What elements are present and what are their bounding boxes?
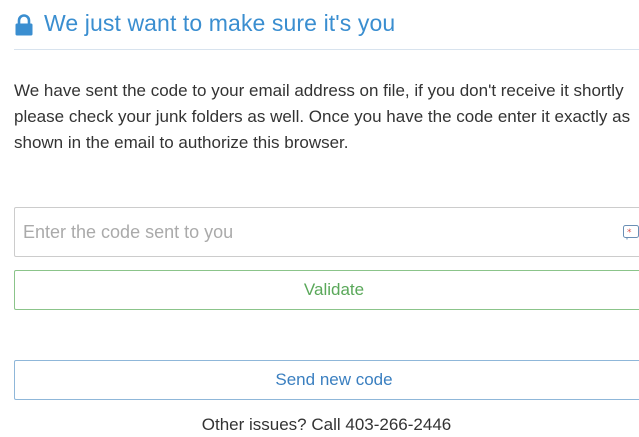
svg-text:*: * <box>627 228 632 238</box>
code-field: * <box>14 207 639 257</box>
keypad-icon[interactable]: * <box>623 224 639 240</box>
header: We just want to make sure it's you <box>14 8 639 50</box>
instructions-text: We have sent the code to your email addr… <box>14 81 631 152</box>
code-input[interactable] <box>15 208 639 256</box>
other-issues-text: Other issues? Call 403-266-2446 <box>201 415 452 434</box>
validate-button[interactable]: Validate <box>14 270 639 310</box>
lock-icon <box>14 13 34 36</box>
send-new-code-button[interactable]: Send new code <box>14 360 639 400</box>
page-title: We just want to make sure it's you <box>44 10 396 36</box>
verification-panel: We just want to make sure it's you We ha… <box>0 0 639 437</box>
